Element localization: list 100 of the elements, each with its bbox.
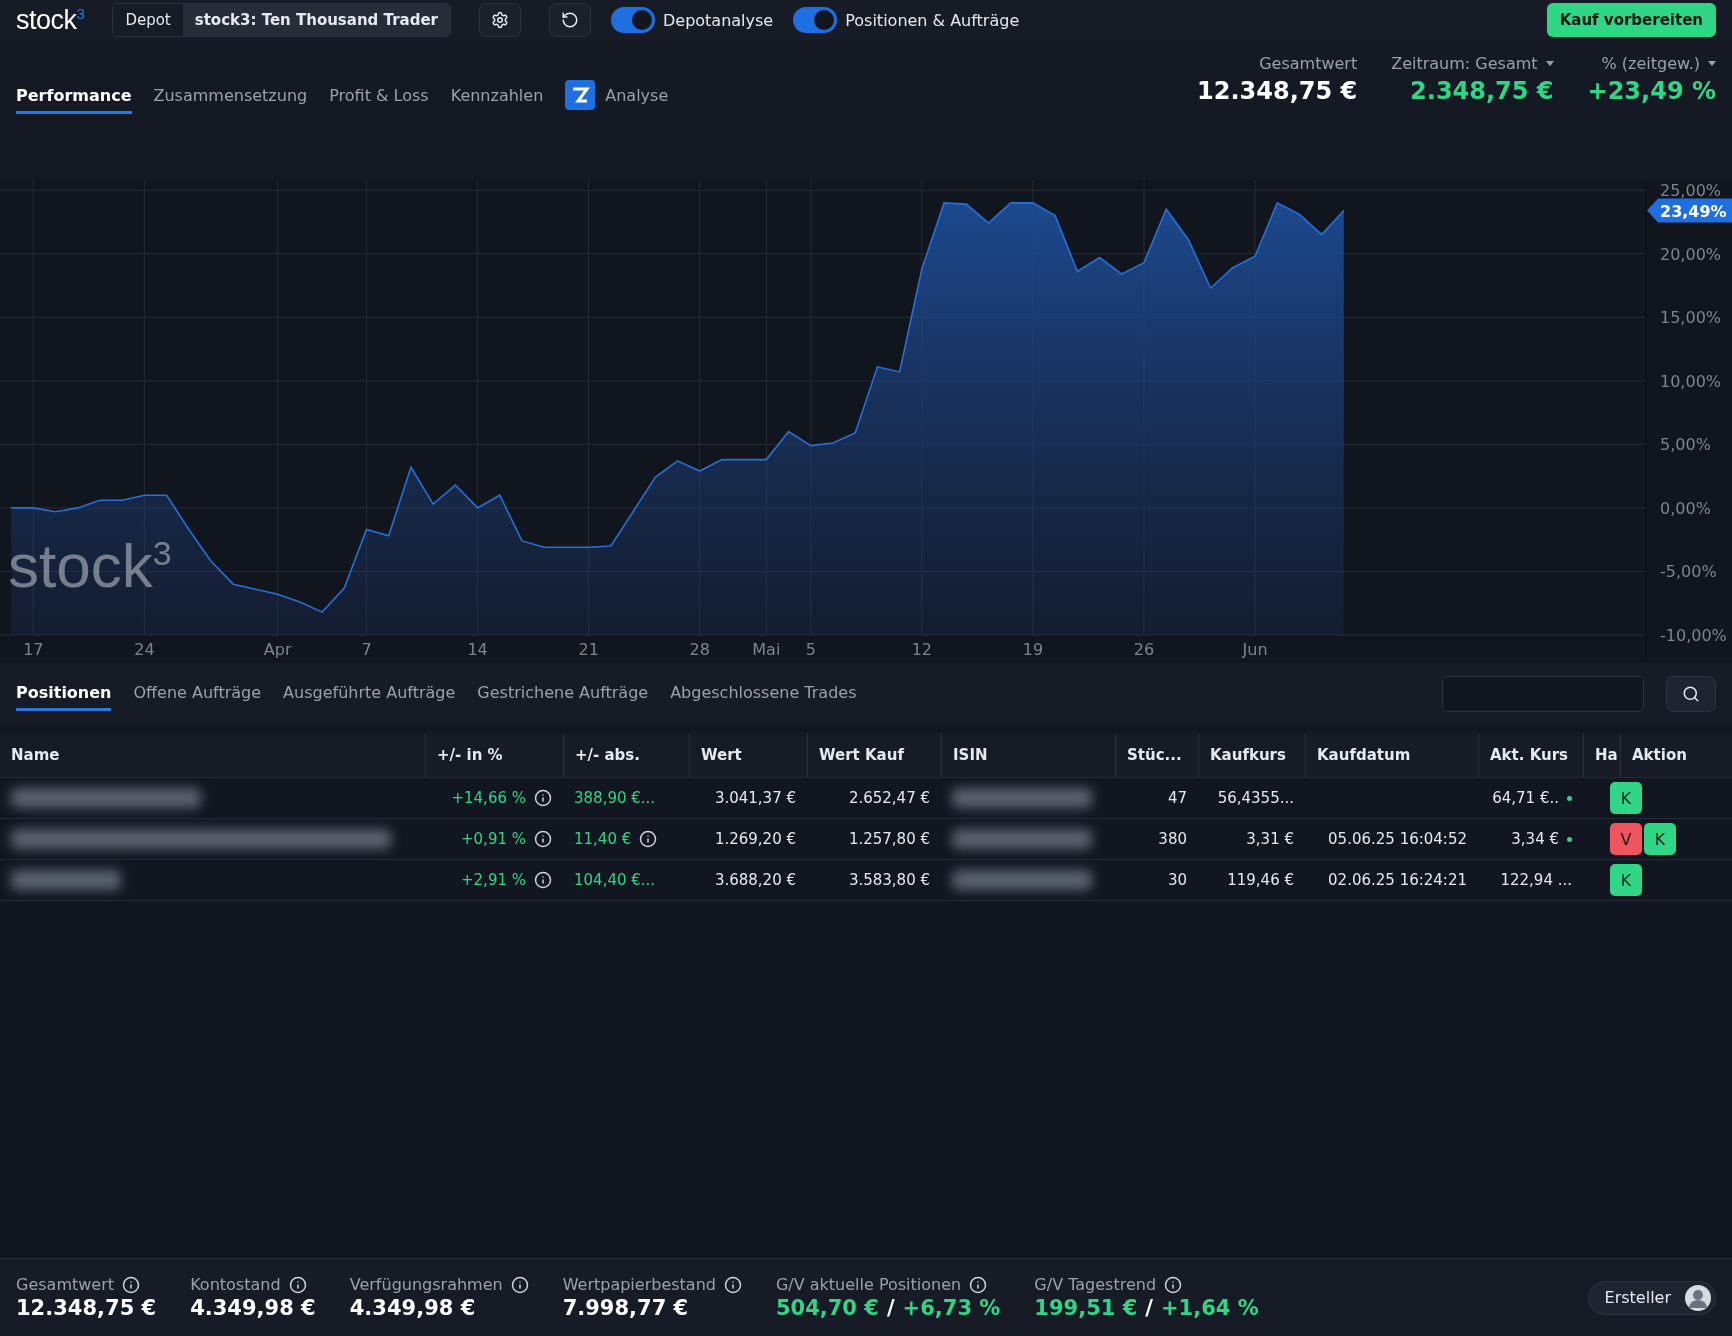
tab[interactable]: Zusammensetzung (153, 79, 308, 114)
toggle-switch[interactable] (611, 7, 655, 33)
caret-icon (1708, 61, 1716, 66)
axis-label: 19 (1022, 640, 1044, 659)
tab[interactable]: Gestrichene Aufträge (477, 677, 649, 711)
info-icon[interactable] (288, 1275, 307, 1294)
column-header[interactable]: Aktion (1620, 733, 1732, 777)
tab[interactable]: Performance (16, 79, 132, 114)
column-header[interactable]: Name (0, 733, 425, 777)
tab[interactable]: Abgeschlossene Trades (670, 677, 857, 711)
stat-label: G/V aktuelle Positionen (775, 1275, 962, 1294)
info-icon[interactable] (534, 830, 552, 848)
info-icon[interactable] (639, 830, 658, 848)
summary-value: 2.348,75 € (1410, 77, 1554, 105)
stat-label: Kontostand (190, 1275, 281, 1294)
tab[interactable]: Analyse (565, 74, 669, 119)
stat-label: Wertpapierbestand (562, 1275, 716, 1294)
search-icon (1682, 685, 1700, 703)
tab[interactable]: Ausgeführte Aufträge (283, 677, 456, 711)
stat-value: / (886, 1296, 895, 1320)
current-value-flag: 23,49% (1647, 198, 1732, 223)
column-header[interactable]: Ha (1583, 733, 1620, 777)
column-header[interactable]: Wert (689, 733, 807, 777)
logo: stock$^{3}$ (16, 4, 85, 36)
summary-label: Gesamtwert (1259, 54, 1358, 73)
caret-icon (1545, 61, 1554, 66)
column-header[interactable]: Wert Kauf (807, 733, 941, 777)
axis-label: Jun (1242, 640, 1268, 659)
axis-label: 25,00% (1660, 181, 1721, 201)
stat-value: 504,70 € (775, 1296, 879, 1320)
stat-value: 199,51 € (1034, 1296, 1138, 1320)
buy-button[interactable]: Kauf vorbereiten (1546, 3, 1716, 37)
table-cell: 3,34 € (1511, 830, 1559, 848)
axis-label: 28 (689, 640, 710, 659)
column-header[interactable]: Kaufdatum (1305, 733, 1478, 777)
axis-label: -5,00% (1660, 562, 1717, 582)
stat-value: +6,73 % (902, 1296, 1001, 1320)
buy-button[interactable]: K (1610, 864, 1642, 896)
axis-label: Apr (263, 640, 292, 659)
stat-label: Verfügungsrahmen (349, 1275, 503, 1294)
stat-value: / (1145, 1296, 1153, 1320)
stat-label: Gesamtwert (16, 1275, 115, 1294)
table-cell: 2.652,47 € (848, 789, 930, 807)
table-cell: 119,46 € (1227, 871, 1294, 889)
search-button[interactable] (1666, 676, 1716, 712)
axis-label: Mai (752, 640, 781, 659)
table-cell: +14,66 % (451, 789, 526, 807)
info-icon[interactable] (969, 1275, 988, 1294)
summary-value: +23,49 % (1587, 77, 1716, 105)
table-cell: 64,71 €.. (1492, 789, 1559, 807)
summary-value: 12.348,75 € (1197, 77, 1358, 105)
buy-button[interactable]: K (1610, 782, 1642, 814)
tab[interactable]: Profit & Loss (329, 79, 429, 114)
settings-icon (491, 11, 509, 29)
axis-label: 21 (578, 640, 599, 659)
table-cell: 3,31 € (1246, 830, 1294, 848)
info-icon[interactable] (510, 1275, 529, 1294)
column-header[interactable]: +/- in % (425, 733, 563, 777)
column-header[interactable]: Akt. Kurs (1478, 733, 1583, 777)
table-cell: 30 (1167, 871, 1187, 889)
summary-label[interactable]: % (zeitgew.) (1601, 54, 1716, 73)
info-icon[interactable] (534, 789, 552, 807)
table-cell: +2,91 % (461, 871, 526, 889)
toggle-label: Depotanalyse (663, 10, 774, 30)
axis-label: 20,00% (1660, 244, 1721, 264)
table-cell: 1.257,80 € (848, 830, 930, 848)
info-icon[interactable] (1164, 1275, 1183, 1294)
axis-label: 10,00% (1660, 371, 1721, 391)
buy-button[interactable]: K (1644, 823, 1676, 855)
table-cell: 388,90 €... (574, 789, 656, 807)
summary-label[interactable]: Zeitraum: Gesamt (1391, 54, 1554, 73)
column-header[interactable]: Kaufkurs (1198, 733, 1305, 777)
column-header[interactable]: ISIN (941, 733, 1115, 777)
axis-label: 24 (134, 640, 155, 659)
table-cell: 122,94 ... (1500, 871, 1572, 889)
stat-value: +1,64 % (1161, 1296, 1259, 1320)
info-icon[interactable] (723, 1275, 742, 1294)
axis-label: -10,00% (1660, 626, 1727, 645)
stat-value: 12.348,75 € (16, 1296, 157, 1320)
column-header[interactable]: +/- abs. (563, 733, 689, 777)
tab[interactable]: Positionen (16, 677, 112, 711)
info-icon[interactable] (534, 871, 552, 889)
toggle-switch[interactable] (793, 7, 838, 33)
search-field[interactable] (1442, 676, 1644, 712)
tab[interactable]: Kennzahlen (450, 79, 544, 114)
settings-button[interactable] (479, 3, 521, 37)
table-cell: 3.688,20 € (714, 871, 796, 889)
refresh-icon (561, 11, 579, 29)
refresh-button[interactable] (549, 3, 591, 37)
depot-selector[interactable]: Depot stock3: Ten Thousand Trader (112, 3, 451, 37)
table-cell: 3.583,80 € (848, 871, 930, 889)
sell-button[interactable]: V (1610, 823, 1642, 855)
column-header[interactable]: Stüc... (1115, 733, 1198, 777)
info-icon[interactable] (122, 1275, 141, 1294)
tab[interactable]: Offene Aufträge (133, 677, 262, 711)
avatar-icon (1685, 1284, 1711, 1311)
axis-label: 5,00% (1660, 435, 1711, 455)
axis-label: 12 (911, 640, 933, 659)
creator-button[interactable]: Ersteller (1587, 1280, 1716, 1315)
table-cell: 11,40 € (574, 830, 632, 848)
